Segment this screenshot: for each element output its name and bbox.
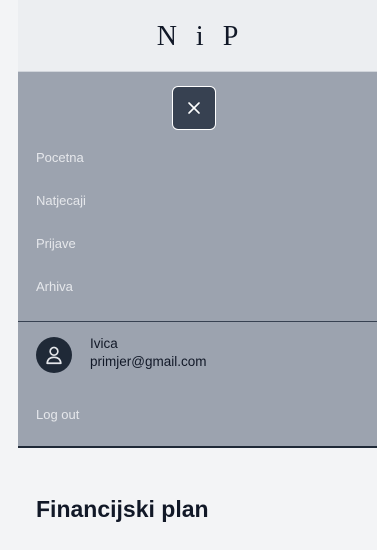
- nav-item-natjecaji[interactable]: Natjecaji: [36, 191, 86, 211]
- user-email: primjer@gmail.com: [90, 354, 207, 369]
- nav-item-arhiva[interactable]: Arhiva: [36, 277, 86, 297]
- user-profile: Ivica primjer@gmail.com: [36, 335, 206, 373]
- drawer-divider: [18, 321, 377, 322]
- nav-item-pocetna[interactable]: Pocetna: [36, 148, 86, 168]
- brand-logo-text[interactable]: N i P: [157, 21, 245, 53]
- nav-menu: Pocetna Natjecaji Prijave Arhiva: [36, 148, 86, 320]
- nav-drawer: Pocetna Natjecaji Prijave Arhiva Ivica p…: [18, 72, 377, 448]
- app-root: N i P Pocetna Natjecaji Prijave Arhiva I…: [0, 0, 377, 550]
- close-icon: [188, 102, 200, 114]
- top-header: N i P: [18, 0, 377, 72]
- user-name: Ivica: [90, 336, 118, 351]
- user-icon: [46, 346, 62, 365]
- user-info: Ivica primjer@gmail.com: [90, 335, 206, 371]
- page-title: Financijski plan: [36, 496, 209, 522]
- nav-item-prijave[interactable]: Prijave: [36, 234, 86, 254]
- logout-link[interactable]: Log out: [36, 407, 79, 422]
- left-gutter: [0, 0, 18, 550]
- close-menu-button[interactable]: [172, 86, 216, 130]
- avatar: [36, 337, 72, 373]
